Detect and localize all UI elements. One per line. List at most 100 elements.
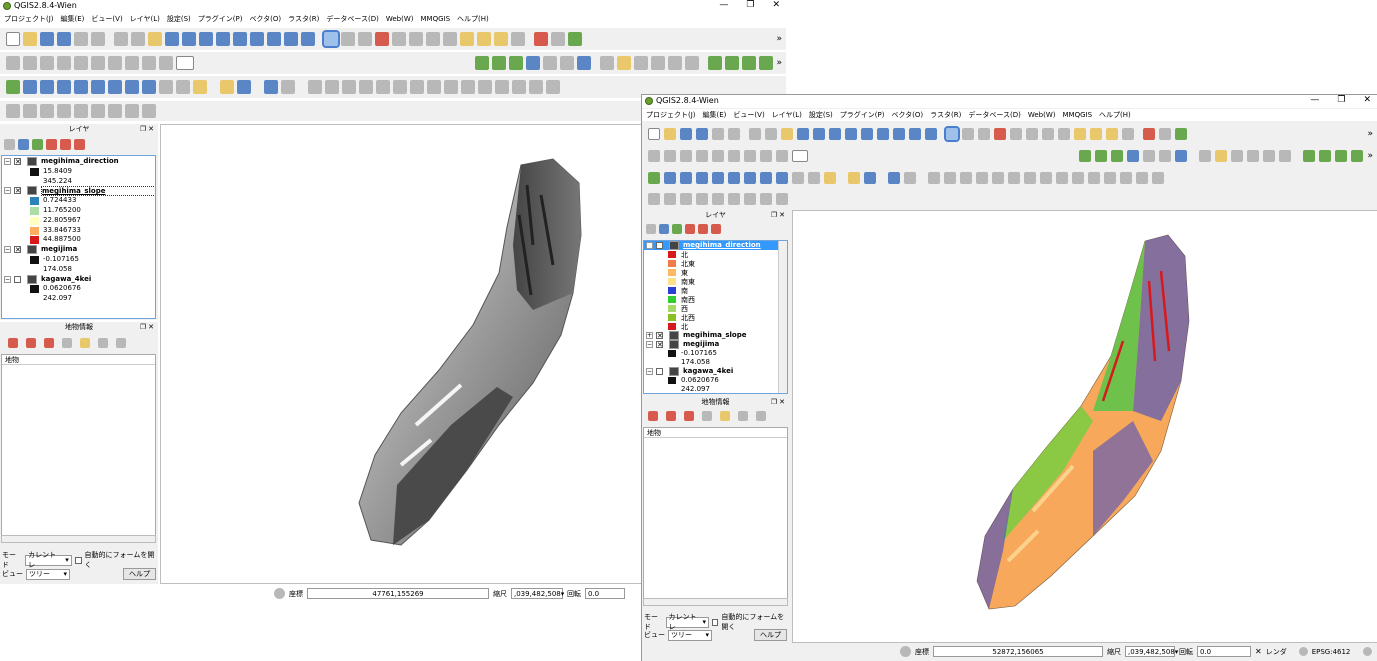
processing-icon[interactable] <box>526 56 541 70</box>
layer-row-kagawa-4kei[interactable]: − kagawa_4kei <box>644 367 787 376</box>
vector-tool-2-icon[interactable] <box>23 104 37 118</box>
zoom-selection-icon[interactable] <box>233 32 247 46</box>
more-tools-icon[interactable]: » <box>1367 129 1373 139</box>
add-postgis-icon[interactable] <box>40 80 54 94</box>
grass-icon[interactable] <box>1095 150 1108 162</box>
reshape-icon[interactable] <box>1088 172 1100 184</box>
field-calc-icon[interactable] <box>1042 128 1054 140</box>
manage-visibility-icon[interactable] <box>659 224 669 234</box>
stretch-2-icon[interactable] <box>759 56 774 70</box>
open-project-icon[interactable] <box>664 128 676 140</box>
new-temp-layer-icon[interactable] <box>193 80 207 94</box>
pan-to-selection-icon[interactable] <box>148 32 162 46</box>
new-temp-layer-icon[interactable] <box>824 172 836 184</box>
menu-edit[interactable]: 編集(E) <box>703 110 727 120</box>
action-icon[interactable] <box>341 32 355 46</box>
undo-icon[interactable] <box>944 172 956 184</box>
expand-all-icon[interactable] <box>685 224 695 234</box>
help-icon[interactable] <box>264 80 278 94</box>
menu-raster[interactable]: ラスタ(R) <box>288 14 319 24</box>
deselect-icon[interactable] <box>375 32 389 46</box>
delete-part-icon[interactable] <box>461 80 475 94</box>
raster-stats-icon[interactable] <box>1303 150 1316 162</box>
vector-tool-9-icon[interactable] <box>142 104 156 118</box>
refresh-icon[interactable] <box>301 32 315 46</box>
coordinate-field[interactable]: 47761,155269 <box>307 588 489 599</box>
checkmark-icon[interactable] <box>475 56 490 70</box>
layer-visibility-checkbox[interactable]: ✕ <box>14 246 21 254</box>
auto-form-checkbox[interactable] <box>711 618 719 626</box>
label-show-icon[interactable] <box>1231 150 1244 162</box>
rotate-feature-icon[interactable] <box>976 172 988 184</box>
rotate-point-icon[interactable] <box>1152 172 1164 184</box>
db-manager-icon[interactable] <box>577 56 592 70</box>
undo-icon[interactable] <box>325 80 339 94</box>
menu-view[interactable]: ビュー(V) <box>91 14 122 24</box>
zoom-last-icon[interactable] <box>893 128 905 140</box>
coordinate-toggle-icon[interactable] <box>274 588 285 599</box>
upload-icon[interactable] <box>543 56 558 70</box>
zoom-out-icon[interactable] <box>813 128 825 140</box>
delete-selected-icon[interactable] <box>728 150 740 162</box>
new-bookmark-icon[interactable] <box>1090 128 1102 140</box>
add-spatialite-icon[interactable] <box>57 80 71 94</box>
attribute-table-icon[interactable] <box>409 32 423 46</box>
edit-pencil-icon[interactable] <box>648 150 660 162</box>
mode-select[interactable]: カレントレ ▾ <box>665 613 709 631</box>
crs-globe-icon[interactable] <box>1298 647 1308 656</box>
zoom-in-icon[interactable] <box>797 128 809 140</box>
add-mssql-icon[interactable] <box>74 80 88 94</box>
add-delimited-icon[interactable] <box>159 80 173 94</box>
csw-icon[interactable] <box>176 56 194 70</box>
checkmark-icon[interactable] <box>1079 150 1092 162</box>
zoom-full-icon[interactable] <box>216 32 230 46</box>
composer-manager-icon[interactable] <box>728 128 740 140</box>
expand-all-icon[interactable] <box>46 139 57 150</box>
add-vector-icon[interactable] <box>648 172 660 184</box>
coordinate-toggle-icon[interactable] <box>900 646 911 657</box>
menu-layer[interactable]: レイヤ(L) <box>130 14 160 24</box>
new-bookmark-icon[interactable] <box>477 32 491 46</box>
plugin-tool-2-icon[interactable] <box>568 32 582 46</box>
offset-curve-icon[interactable] <box>1104 172 1116 184</box>
menu-help[interactable]: ヘルプ(H) <box>1099 110 1131 120</box>
move-feature-icon[interactable] <box>696 150 708 162</box>
close-button[interactable]: ✕ <box>1363 95 1371 105</box>
remove-layer-icon[interactable] <box>711 224 721 234</box>
measure-icon[interactable] <box>443 32 457 46</box>
menu-mmqgis[interactable]: MMQGIS <box>1063 111 1093 119</box>
cut-icon[interactable] <box>744 150 756 162</box>
python-icon[interactable] <box>220 80 234 94</box>
zoom-native-icon[interactable] <box>829 128 841 140</box>
restore-button[interactable]: ❐ <box>1337 95 1345 105</box>
menu-plugins[interactable]: プラグイン(P) <box>198 14 243 24</box>
field-calc-icon[interactable] <box>426 32 440 46</box>
new-layer-icon[interactable] <box>176 80 190 94</box>
stretch-2-icon[interactable] <box>1351 150 1364 162</box>
split-icon[interactable] <box>512 80 526 94</box>
new-project-icon[interactable] <box>648 128 660 140</box>
layer-row-megihima-direction[interactable]: − ✕ megihima_direction <box>644 241 787 250</box>
add-feature-icon[interactable] <box>680 150 692 162</box>
plugin-tool-icon[interactable] <box>1159 128 1171 140</box>
rotation-field[interactable]: 0.0 <box>1197 646 1251 657</box>
add-part-icon[interactable] <box>410 80 424 94</box>
add-wfs-icon[interactable] <box>142 80 156 94</box>
layer-visibility-checkbox[interactable]: ✕ <box>14 187 21 195</box>
whats-this-icon[interactable] <box>281 80 295 94</box>
label-move-icon[interactable] <box>1247 150 1260 162</box>
minimize-button[interactable]: — <box>719 0 728 10</box>
add-oracle-icon[interactable] <box>91 80 105 94</box>
collapse-toggle-icon[interactable]: − <box>646 242 653 249</box>
vector-tool-9-icon[interactable] <box>776 193 788 205</box>
add-spatialite-icon[interactable] <box>696 172 708 184</box>
collapse-toggle-icon[interactable]: − <box>646 341 653 348</box>
menu-mmqgis[interactable]: MMQGIS <box>421 15 451 23</box>
deselect-icon[interactable] <box>994 128 1006 140</box>
touch-icon[interactable] <box>114 32 128 46</box>
auto-form-checkbox[interactable] <box>74 556 82 564</box>
advanced-digitize-icon[interactable] <box>308 80 322 94</box>
reshape-icon[interactable] <box>478 80 492 94</box>
more-tools-2-icon[interactable]: » <box>1367 151 1373 161</box>
map-tips-icon[interactable] <box>1074 128 1086 140</box>
